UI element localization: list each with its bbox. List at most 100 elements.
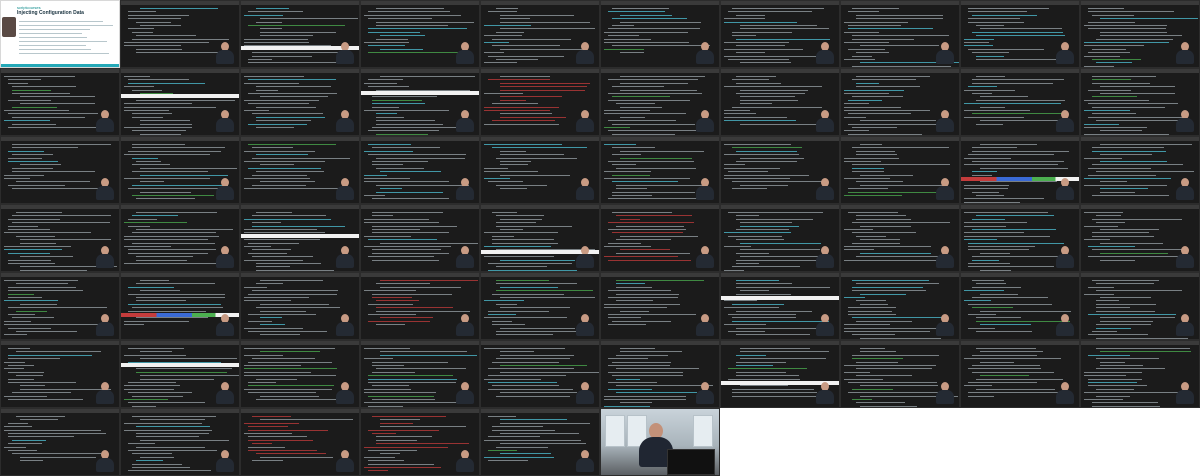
thumbnail-presenter-video[interactable] <box>600 408 720 476</box>
thumbnail-terminal[interactable] <box>120 136 240 204</box>
thumbnail-terminal[interactable] <box>240 0 360 68</box>
thumbnail-terminal[interactable] <box>240 204 360 272</box>
thumbnail-terminal[interactable] <box>840 0 960 68</box>
thumbnail-terminal[interactable] <box>360 136 480 204</box>
code-line <box>852 232 916 234</box>
thumbnail-terminal[interactable] <box>720 272 840 340</box>
thumbnail-terminal[interactable] <box>720 0 840 68</box>
code-line <box>4 110 69 111</box>
code-line <box>500 351 534 353</box>
code-line <box>968 382 1037 383</box>
thumbnail-terminal[interactable] <box>120 408 240 476</box>
thumbnail-terminal[interactable] <box>1080 204 1200 272</box>
thumbnail-terminal[interactable] <box>1080 340 1200 408</box>
thumbnail-terminal[interactable] <box>360 0 480 68</box>
thumbnail-terminal[interactable] <box>1080 136 1200 204</box>
thumbnail-terminal[interactable] <box>720 136 840 204</box>
thumbnail-terminal[interactable] <box>0 136 120 204</box>
thumbnail-terminal[interactable] <box>120 340 240 408</box>
thumbnail-terminal[interactable] <box>120 272 240 340</box>
thumbnail-terminal[interactable] <box>960 204 1080 272</box>
code-line <box>844 161 881 162</box>
thumbnail-terminal[interactable] <box>720 204 840 272</box>
code-line <box>612 232 683 234</box>
thumbnail-title-slide[interactable]: scriptcourses Injecting Configuration Dat… <box>0 0 120 68</box>
thumbnail-terminal[interactable] <box>960 0 1080 68</box>
code-line <box>256 269 334 271</box>
thumbnail-terminal[interactable] <box>360 204 480 272</box>
code-line <box>844 116 866 118</box>
code-line <box>860 252 931 254</box>
thumbnail-terminal[interactable] <box>480 0 600 68</box>
thumbnail-terminal[interactable] <box>720 340 840 408</box>
code-line <box>964 110 1030 111</box>
thumbnail-terminal[interactable] <box>360 272 480 340</box>
code-line <box>736 45 785 47</box>
code-line <box>128 225 150 227</box>
code-line <box>732 303 784 305</box>
thumbnail-terminal[interactable] <box>600 136 720 204</box>
presenter-overlay <box>215 246 235 268</box>
thumbnail-terminal[interactable] <box>840 340 960 408</box>
thumbnail-terminal[interactable] <box>600 340 720 408</box>
thumbnail-terminal[interactable] <box>840 136 960 204</box>
presenter-body <box>576 118 594 132</box>
code-line <box>976 123 1003 125</box>
code-line <box>1084 127 1147 128</box>
thumbnail-terminal[interactable] <box>0 272 120 340</box>
code-line <box>964 239 997 241</box>
thumbnail-terminal[interactable] <box>240 136 360 204</box>
code-line <box>128 249 216 251</box>
code-line <box>244 246 271 247</box>
thumbnail-terminal[interactable] <box>240 68 360 136</box>
code-line <box>1096 307 1130 309</box>
thumbnail-terminal[interactable] <box>600 68 720 136</box>
code-line <box>844 249 874 251</box>
code-line <box>976 388 1055 390</box>
thumbnail-terminal[interactable] <box>480 204 600 272</box>
thumbnail-terminal[interactable] <box>600 0 720 68</box>
thumbnail-terminal[interactable] <box>120 204 240 272</box>
thumbnail-terminal[interactable] <box>480 68 600 136</box>
thumbnail-terminal[interactable] <box>360 68 480 136</box>
thumbnail-terminal[interactable] <box>360 340 480 408</box>
thumbnail-terminal[interactable] <box>480 272 600 340</box>
thumbnail-terminal[interactable] <box>240 340 360 408</box>
thumbnail-terminal[interactable] <box>1080 272 1200 340</box>
thumbnail-terminal[interactable] <box>120 0 240 68</box>
code-line <box>844 157 899 159</box>
code-line <box>376 167 424 169</box>
window-titlebar <box>1081 1 1199 5</box>
thumbnail-terminal[interactable] <box>240 272 360 340</box>
thumbnail-terminal[interactable] <box>480 408 600 476</box>
thumbnail-terminal[interactable] <box>0 408 120 476</box>
code-line <box>980 181 1057 183</box>
thumbnail-terminal[interactable] <box>0 204 120 272</box>
code-line <box>260 18 358 20</box>
thumbnail-terminal[interactable] <box>960 272 1080 340</box>
thumbnail-terminal[interactable] <box>1080 0 1200 68</box>
thumbnail-terminal[interactable] <box>120 68 240 136</box>
thumbnail-terminal[interactable] <box>600 204 720 272</box>
code-line <box>496 290 593 292</box>
thumbnail-terminal[interactable] <box>480 340 600 408</box>
code-line <box>736 286 830 288</box>
thumbnail-terminal[interactable] <box>840 68 960 136</box>
thumbnail-terminal[interactable] <box>480 136 600 204</box>
code-line <box>492 293 564 295</box>
thumbnail-terminal[interactable] <box>360 408 480 476</box>
thumbnail-terminal[interactable] <box>1080 68 1200 136</box>
thumbnail-terminal[interactable] <box>960 136 1080 204</box>
code-line <box>136 436 199 438</box>
thumbnail-terminal[interactable] <box>0 68 120 136</box>
code-line <box>244 327 303 329</box>
thumbnail-terminal[interactable] <box>600 272 720 340</box>
thumbnail-terminal[interactable] <box>240 408 360 476</box>
code-line <box>968 86 997 88</box>
thumbnail-terminal[interactable] <box>960 340 1080 408</box>
thumbnail-terminal[interactable] <box>720 68 840 136</box>
thumbnail-terminal[interactable] <box>0 340 120 408</box>
thumbnail-terminal[interactable] <box>960 68 1080 136</box>
thumbnail-terminal[interactable] <box>840 272 960 340</box>
thumbnail-terminal[interactable] <box>840 204 960 272</box>
